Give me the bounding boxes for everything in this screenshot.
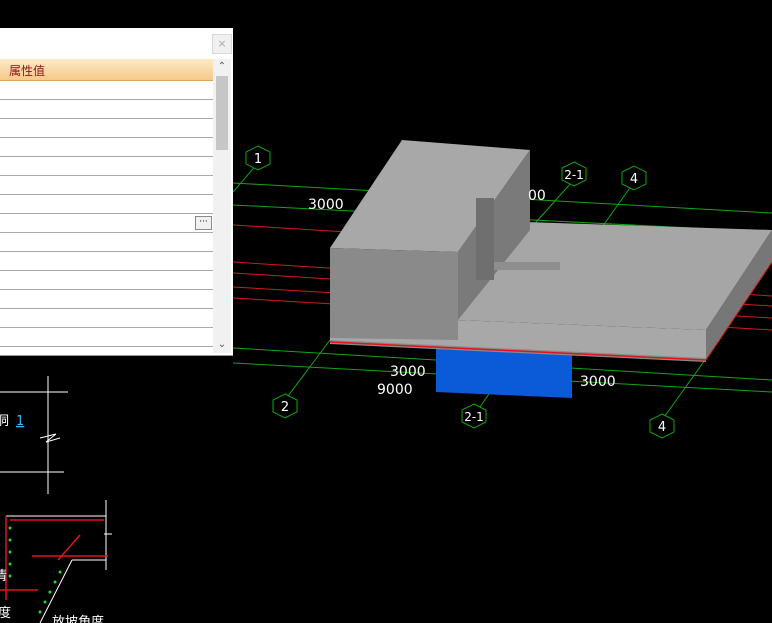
property-panel: × 属性值 ··· ⌃ ⌄ — [0, 28, 234, 356]
property-row[interactable] — [0, 195, 213, 214]
property-row[interactable] — [0, 100, 213, 119]
property-value-column-header: 属性值 — [9, 64, 46, 78]
dim-label: 3000 — [390, 364, 426, 380]
property-row[interactable]: ··· — [0, 214, 213, 233]
svg-text:1: 1 — [254, 152, 262, 167]
preview-label: 清 — [0, 569, 7, 584]
svg-text:2-1: 2-1 — [564, 168, 584, 182]
dim-label: 3000 — [580, 374, 616, 390]
svg-text:2: 2 — [281, 400, 289, 415]
property-row[interactable] — [0, 138, 213, 157]
property-row[interactable] — [0, 233, 213, 252]
preview-label: 洞 — [0, 414, 9, 429]
vertical-scrollbar[interactable]: ⌃ ⌄ — [213, 59, 231, 353]
property-row[interactable] — [0, 328, 213, 347]
ellipsis-button[interactable]: ··· — [195, 216, 212, 230]
panel-titlebar: × — [0, 28, 233, 58]
scroll-down-arrow-icon[interactable]: ⌄ — [213, 337, 231, 353]
preview-label: 度 — [0, 605, 11, 621]
scroll-thumb[interactable] — [216, 76, 228, 150]
property-grid: ··· — [0, 81, 213, 347]
section-preview: 洞 1 清 度 放坡角度 — [0, 357, 232, 623]
close-button[interactable]: × — [212, 34, 232, 54]
grid-header: 属性值 — [0, 59, 213, 81]
dim-label: 3000 — [308, 197, 344, 213]
property-row[interactable] — [0, 309, 213, 328]
property-row[interactable] — [0, 176, 213, 195]
property-row[interactable] — [0, 119, 213, 138]
preview-label: 放坡角度 — [52, 614, 104, 623]
dim-label: 00 — [528, 188, 546, 204]
svg-text:4: 4 — [658, 420, 666, 435]
scroll-up-arrow-icon[interactable]: ⌃ — [213, 59, 231, 75]
preview-link[interactable]: 1 — [16, 414, 24, 429]
property-row[interactable] — [0, 252, 213, 271]
svg-text:2-1: 2-1 — [464, 410, 484, 424]
property-row[interactable] — [0, 81, 213, 100]
property-row[interactable] — [0, 157, 213, 176]
property-row[interactable] — [0, 271, 213, 290]
property-row[interactable] — [0, 290, 213, 309]
svg-text:4: 4 — [630, 172, 638, 187]
3d-viewport[interactable]: 3000 00 3000 9000 3000 1 2-1 4 2 2-1 4 — [233, 0, 772, 623]
dim-label: 9000 — [377, 382, 413, 398]
